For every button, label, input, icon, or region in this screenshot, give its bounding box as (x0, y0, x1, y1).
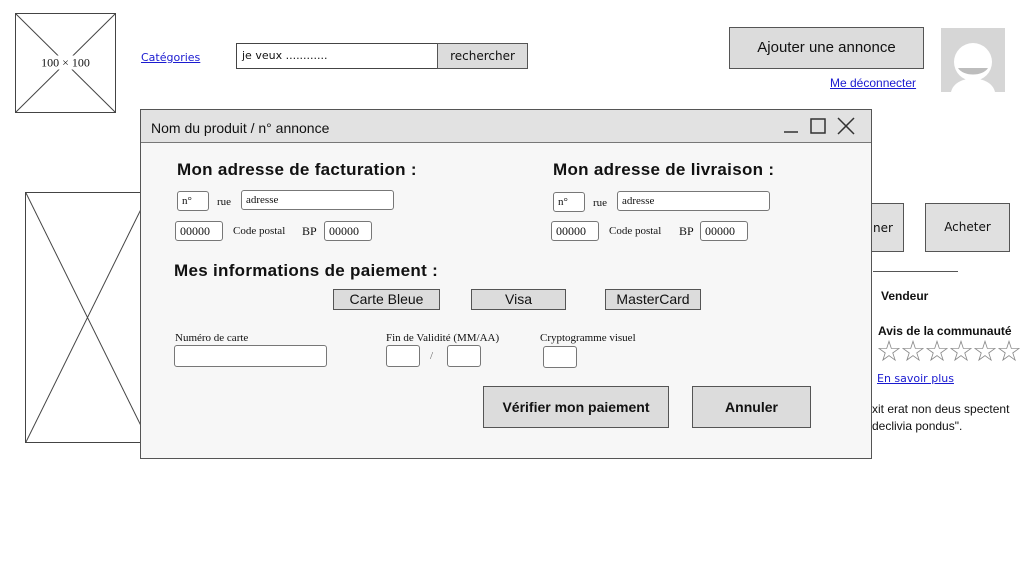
learn-more-link[interactable]: En savoir plus (877, 372, 954, 385)
product-image-placeholder (25, 192, 150, 443)
maximize-icon[interactable] (810, 118, 826, 134)
payment-heading: Mes informations de paiement : (174, 261, 439, 280)
cvv-label: Cryptogramme visuel (540, 332, 636, 344)
section-divider (873, 271, 958, 272)
categories-link[interactable]: Catégories (141, 51, 200, 64)
avatar[interactable] (941, 28, 1005, 92)
user-icon (951, 43, 995, 92)
delivery-postal-field[interactable]: 00000 (551, 221, 599, 241)
billing-street-field[interactable]: adresse (241, 190, 394, 210)
billing-bp-label: BP (302, 224, 317, 238)
card-type-mastercard-button[interactable]: MasterCard (605, 289, 701, 310)
expiry-separator: / (430, 350, 434, 362)
dialog-title: Nom du produit / n° annonce (151, 120, 330, 136)
delivery-heading: Mon adresse de livraison : (553, 160, 775, 179)
delivery-bp-label: BP (679, 224, 694, 238)
search-button[interactable]: rechercher (437, 43, 528, 69)
billing-postal-label: Code postal (233, 225, 286, 237)
logo-placeholder: 100 × 100 (15, 13, 116, 113)
delivery-street-label: rue (593, 197, 608, 209)
contact-seller-button-label: ner (873, 221, 893, 235)
card-type-carte-bleue-button[interactable]: Carte Bleue (333, 289, 440, 310)
delivery-number-field[interactable]: n° (553, 192, 585, 212)
delivery-street-field[interactable]: adresse (617, 191, 770, 211)
billing-street-label: rue (217, 196, 232, 208)
rating-stars[interactable]: ☆☆☆☆☆☆ (876, 338, 1022, 367)
card-type-visa-button[interactable]: Visa (471, 289, 566, 310)
cancel-button[interactable]: Annuler (692, 386, 811, 428)
minimize-icon[interactable] (783, 118, 799, 134)
billing-heading: Mon adresse de facturation : (177, 160, 417, 179)
add-listing-button[interactable]: Ajouter une annonce (729, 27, 924, 69)
buy-button[interactable]: Acheter (925, 203, 1010, 252)
dialog-titlebar[interactable]: Nom du produit / n° annonce (141, 110, 871, 143)
card-number-field[interactable] (174, 345, 327, 367)
close-icon[interactable] (837, 117, 855, 135)
delivery-postal-label: Code postal (609, 225, 662, 237)
description-line-2: declivia pondus". (872, 419, 963, 433)
billing-number-field[interactable]: n° (177, 191, 209, 211)
delivery-bp-field[interactable]: 00000 (700, 221, 748, 241)
expiry-year-field[interactable] (447, 345, 481, 367)
logout-link[interactable]: Me déconnecter (830, 76, 916, 90)
seller-label: Vendeur (881, 289, 929, 303)
cvv-field[interactable] (543, 346, 577, 368)
card-number-label: Numéro de carte (175, 332, 249, 344)
logo-placeholder-label: 100 × 100 (40, 55, 91, 70)
verify-payment-button[interactable]: Vérifier mon paiement (483, 386, 669, 428)
description-line-1: xit erat non deus spectent (872, 402, 1010, 416)
expiry-label: Fin de Validité (MM/AA) (386, 332, 500, 344)
search-input-value: je veux ............ (242, 49, 328, 62)
search-input[interactable]: je veux ............ (236, 43, 438, 69)
expiry-month-field[interactable] (386, 345, 420, 367)
billing-bp-field[interactable]: 00000 (324, 221, 372, 241)
billing-postal-field[interactable]: 00000 (175, 221, 223, 241)
payment-dialog: Nom du produit / n° annonce Mon adresse … (140, 109, 872, 459)
